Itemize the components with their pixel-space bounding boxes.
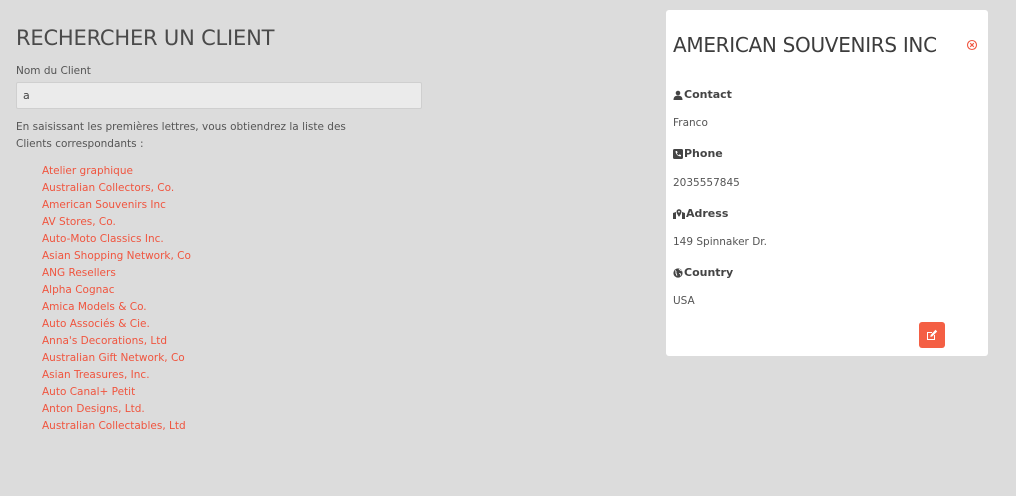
result-link[interactable]: Auto Associés & Cie. [42,318,150,330]
edit-button[interactable] [919,322,945,348]
map-marker-icon [673,208,685,219]
address-value: 149 Spinnaker Dr. [673,236,767,248]
phone-value: 2035557845 [673,177,740,189]
result-link[interactable]: Amica Models & Co. [42,301,147,313]
result-link[interactable]: Australian Collectables, Ltd [42,420,186,432]
contact-value: Franco [673,117,708,129]
client-name-heading: AMERICAN SOUVENIRS INC [673,33,937,57]
result-item: AV Stores, Co. [42,214,426,231]
result-item: Asian Treasures, Inc. [42,367,426,384]
close-circle-icon[interactable] [966,39,978,51]
result-item: Anton Designs, Ltd. [42,401,426,418]
contact-label-row: Contact [673,88,732,101]
result-link[interactable]: ANG Resellers [42,267,116,279]
phone-label-row: Phone [673,147,723,160]
address-label-row: Adress [673,207,728,220]
client-name-input[interactable]: a [16,82,422,109]
results-list: Atelier graphique Australian Collectors, … [16,163,426,435]
result-item: Anna's Decorations, Ltd [42,333,426,350]
result-link[interactable]: American Souvenirs Inc [42,199,166,211]
result-link[interactable]: Auto-Moto Classics Inc. [42,233,164,245]
result-link[interactable]: Australian Gift Network, Co [42,352,185,364]
result-item: Asian Shopping Network, Co [42,248,426,265]
user-icon [673,90,683,100]
result-item: Auto Associés & Cie. [42,316,426,333]
globe-icon [673,267,683,278]
result-link[interactable]: Auto Canal+ Petit [42,386,135,398]
result-item: Australian Collectables, Ltd [42,418,426,435]
result-item: American Souvenirs Inc [42,197,426,214]
search-hint: En saisissant les premières lettres, vou… [16,121,346,150]
country-label-row: Country [673,266,733,279]
result-item: Auto Canal+ Petit [42,384,426,401]
phone-icon [673,148,683,159]
page-title: RECHERCHER UN CLIENT [16,26,275,50]
address-label: Adress [686,207,729,220]
result-link[interactable]: Asian Shopping Network, Co [42,250,191,262]
phone-label: Phone [684,147,723,160]
result-link[interactable]: AV Stores, Co. [42,216,116,228]
result-item: Atelier graphique [42,163,426,180]
result-item: Australian Collectors, Co. [42,180,426,197]
result-link[interactable]: Atelier graphique [42,165,133,177]
edit-icon [927,329,938,340]
result-item: Australian Gift Network, Co [42,350,426,367]
search-panel: RECHERCHER UN CLIENT Nom du Client a En … [16,26,426,435]
page: RECHERCHER UN CLIENT Nom du Client a En … [0,0,1016,496]
result-link[interactable]: Alpha Cognac [42,284,114,296]
result-item: Auto-Moto Classics Inc. [42,231,426,248]
result-link[interactable]: Anna's Decorations, Ltd [42,335,167,347]
client-name-label: Nom du Client [16,65,91,77]
client-detail-card: AMERICAN SOUVENIRS INC Contact Franco Ph… [666,10,988,356]
country-value: USA [673,295,695,307]
result-item: ANG Resellers [42,265,426,282]
country-label: Country [684,266,734,279]
contact-label: Contact [684,88,732,101]
result-link[interactable]: Australian Collectors, Co. [42,182,174,194]
result-link[interactable]: Anton Designs, Ltd. [42,403,145,415]
result-item: Amica Models & Co. [42,299,426,316]
result-link[interactable]: Asian Treasures, Inc. [42,369,150,381]
result-item: Alpha Cognac [42,282,426,299]
